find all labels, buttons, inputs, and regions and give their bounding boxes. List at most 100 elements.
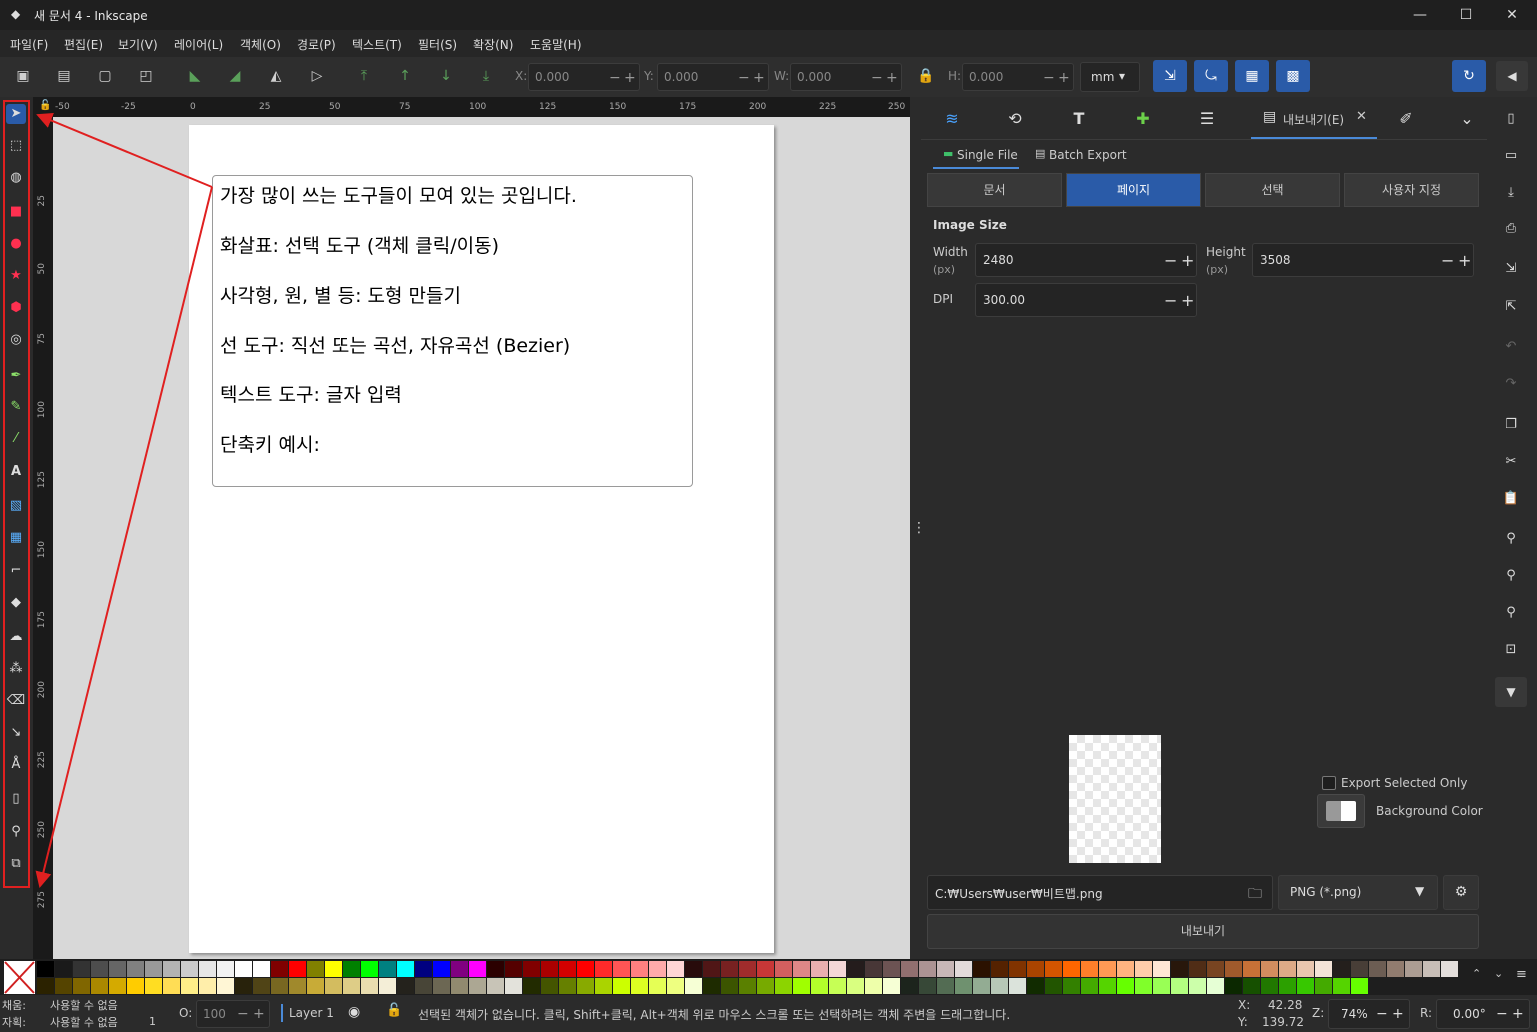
color-swatch[interactable] <box>1171 978 1188 994</box>
color-swatch[interactable] <box>865 978 882 994</box>
zoom-in[interactable]: + <box>1392 1006 1404 1022</box>
color-swatch[interactable] <box>451 978 468 994</box>
width-increment[interactable]: + <box>1181 251 1194 270</box>
scope-tab-custom[interactable]: 사용자 지정 <box>1344 173 1479 207</box>
color-swatch[interactable] <box>433 961 450 977</box>
color-swatch[interactable] <box>1099 961 1116 977</box>
color-swatch[interactable] <box>1045 978 1062 994</box>
color-swatch[interactable] <box>253 978 270 994</box>
scope-tab-selection[interactable]: 선택 <box>1205 173 1340 207</box>
color-swatch[interactable] <box>253 961 270 977</box>
color-swatch[interactable] <box>1153 978 1170 994</box>
more-commands-chevron-icon[interactable]: ▼ <box>1495 677 1527 707</box>
color-swatch[interactable] <box>1243 978 1260 994</box>
color-swatch[interactable] <box>505 978 522 994</box>
color-swatch[interactable] <box>1189 978 1206 994</box>
color-swatch[interactable] <box>379 961 396 977</box>
color-swatch[interactable] <box>613 978 630 994</box>
color-swatch[interactable] <box>91 961 108 977</box>
color-swatch[interactable] <box>577 961 594 977</box>
color-swatch[interactable] <box>1207 961 1224 977</box>
print-icon[interactable]: ⎙ <box>1501 221 1521 241</box>
color-swatch[interactable] <box>307 978 324 994</box>
color-swatch[interactable] <box>757 978 774 994</box>
zoom-out[interactable]: − <box>1376 1006 1388 1022</box>
color-swatch[interactable] <box>1297 978 1314 994</box>
color-swatch[interactable] <box>739 961 756 977</box>
color-swatch[interactable] <box>235 978 252 994</box>
current-layer[interactable]: Layer 1 <box>289 1006 334 1020</box>
color-swatch[interactable] <box>1351 978 1368 994</box>
align-tab-icon[interactable]: ☰ <box>1194 109 1220 131</box>
color-swatch[interactable] <box>1135 961 1152 977</box>
color-swatch[interactable] <box>361 961 378 977</box>
export-selected-only-checkbox[interactable] <box>1322 776 1336 790</box>
import-icon[interactable]: ⇲ <box>1501 261 1521 281</box>
color-swatch[interactable] <box>919 961 936 977</box>
scope-tab-page[interactable]: 페이지 <box>1066 173 1201 207</box>
color-swatch[interactable] <box>1369 961 1386 977</box>
color-swatch[interactable] <box>37 978 54 994</box>
color-swatch[interactable] <box>1063 961 1080 977</box>
color-swatch[interactable] <box>1027 961 1044 977</box>
color-swatch[interactable] <box>847 961 864 977</box>
color-swatch[interactable] <box>1099 978 1116 994</box>
tab-export[interactable]: ▤ 내보내기(E) ✕ <box>1251 97 1377 139</box>
open-folder-icon[interactable]: ▭ <box>1501 148 1521 168</box>
color-swatch[interactable] <box>1243 961 1260 977</box>
fill-stroke-tab-icon[interactable]: ✐ <box>1393 109 1419 131</box>
color-swatch[interactable] <box>469 978 486 994</box>
color-swatch[interactable] <box>163 961 180 977</box>
color-swatch[interactable] <box>181 961 198 977</box>
color-swatch[interactable] <box>541 978 558 994</box>
format-select[interactable]: PNG (*.png) ▼ <box>1278 875 1438 910</box>
color-swatch[interactable] <box>451 961 468 977</box>
rotate-decrement[interactable]: − <box>1496 1006 1508 1022</box>
color-swatch[interactable] <box>955 961 972 977</box>
color-swatch[interactable] <box>145 961 162 977</box>
layer-lock-icon[interactable]: 🔓 <box>386 1003 402 1018</box>
color-swatch[interactable] <box>289 978 306 994</box>
color-swatch[interactable] <box>631 978 648 994</box>
color-swatch[interactable] <box>523 978 540 994</box>
color-swatch[interactable] <box>1225 978 1242 994</box>
color-swatch[interactable] <box>649 978 666 994</box>
color-swatch[interactable] <box>775 978 792 994</box>
color-swatch[interactable] <box>667 961 684 977</box>
color-swatch[interactable] <box>1189 961 1206 977</box>
color-swatch[interactable] <box>1333 961 1350 977</box>
palette-scroll-up-icon[interactable]: ⌃ <box>1472 967 1481 980</box>
width-decrement[interactable]: − <box>1164 251 1177 270</box>
color-swatch[interactable] <box>487 961 504 977</box>
color-swatch[interactable] <box>793 978 810 994</box>
export-settings-gear-icon[interactable]: ⚙ <box>1443 875 1479 910</box>
transform-tab-icon[interactable]: ⟲ <box>1002 109 1028 131</box>
color-swatch[interactable] <box>271 978 288 994</box>
color-swatch[interactable] <box>55 978 72 994</box>
more-tabs-chevron-icon[interactable]: ⌄ <box>1454 109 1480 131</box>
color-swatch[interactable] <box>1351 961 1368 977</box>
save-icon[interactable]: ⤓ <box>1501 185 1521 205</box>
color-swatch[interactable] <box>1135 978 1152 994</box>
paste-icon[interactable]: 📋 <box>1501 491 1521 511</box>
color-swatch[interactable] <box>595 961 612 977</box>
dpi-increment[interactable]: + <box>1181 291 1194 310</box>
color-swatch[interactable] <box>901 978 918 994</box>
color-swatch[interactable] <box>433 978 450 994</box>
color-swatch[interactable] <box>1153 961 1170 977</box>
zoom-selection-icon[interactable]: ⚲ <box>1501 531 1521 551</box>
color-swatch[interactable] <box>685 961 702 977</box>
zoom-field[interactable]: 74% − + <box>1328 999 1410 1029</box>
color-swatch[interactable] <box>1081 961 1098 977</box>
color-swatch[interactable] <box>775 961 792 977</box>
color-swatch[interactable] <box>595 978 612 994</box>
color-swatch[interactable] <box>577 978 594 994</box>
subtab-batch-export[interactable]: ▤ Batch Export <box>1033 145 1127 167</box>
color-swatch[interactable] <box>343 978 360 994</box>
color-swatch[interactable] <box>721 978 738 994</box>
color-swatch[interactable] <box>217 961 234 977</box>
color-swatch[interactable] <box>901 961 918 977</box>
folder-open-icon[interactable]: 🗀 <box>1248 883 1262 907</box>
color-swatch[interactable] <box>1045 961 1062 977</box>
color-swatch[interactable] <box>379 978 396 994</box>
